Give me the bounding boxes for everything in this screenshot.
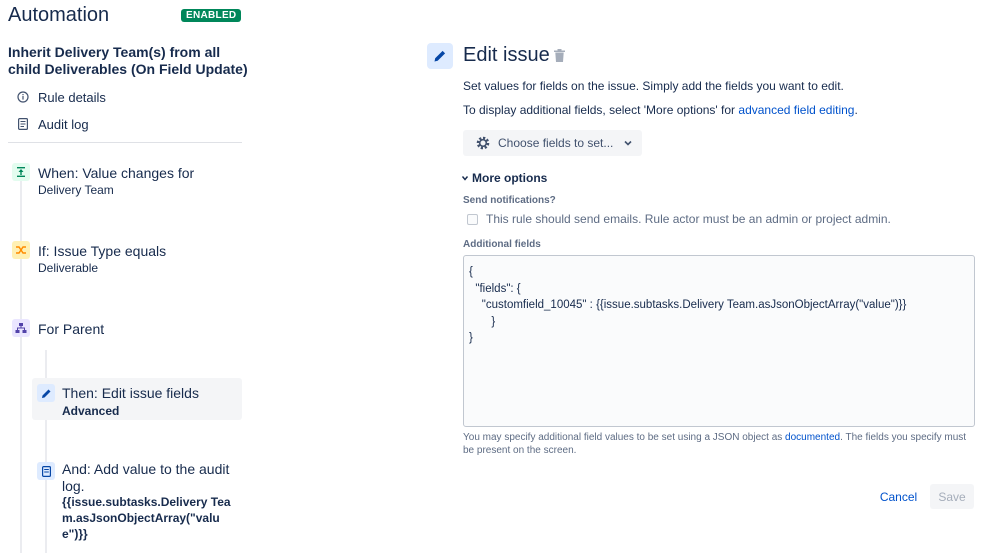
- description-text: To display additional fields, select 'Mo…: [463, 103, 739, 117]
- step-trigger[interactable]: When: Value changes for Delivery Team: [10, 162, 240, 202]
- log-icon: [37, 462, 55, 480]
- chevron-down-icon: [624, 140, 632, 146]
- step-edit-issue[interactable]: Then: Edit issue fields Advanced: [32, 378, 242, 420]
- save-button[interactable]: Save: [930, 484, 974, 509]
- documented-link[interactable]: documented: [785, 432, 840, 443]
- choose-fields-label: Choose fields to set...: [498, 136, 614, 150]
- step-audit-log[interactable]: And: Add value to the audit log. {{issue…: [32, 458, 242, 548]
- trigger-icon: [12, 163, 30, 181]
- rule-details-label: Rule details: [38, 89, 106, 105]
- step-edit-subtitle: Advanced: [62, 404, 120, 418]
- sidebar-divider: [8, 142, 242, 143]
- branch-icon: [12, 319, 30, 337]
- status-badge: ENABLED: [181, 9, 242, 22]
- advanced-field-editing-link[interactable]: advanced field editing: [738, 103, 854, 117]
- step-condition[interactable]: If: Issue Type equals Deliverable: [10, 240, 240, 280]
- send-emails-option: This rule should send emails. Rule actor…: [467, 212, 891, 226]
- additional-fields-editor[interactable]: { "fields": { "customfield_10045" : {{is…: [463, 255, 975, 427]
- info-icon: [16, 90, 30, 104]
- step-branch[interactable]: For Parent: [10, 318, 240, 342]
- cancel-button[interactable]: Cancel: [875, 486, 922, 508]
- audit-log-link[interactable]: Audit log: [16, 114, 89, 134]
- help-text: You may specify additional field values …: [463, 432, 786, 443]
- step-condition-subtitle: Deliverable: [38, 261, 99, 275]
- audit-log-label: Audit log: [38, 116, 89, 132]
- description-suffix: .: [854, 103, 858, 117]
- rule-details-link[interactable]: Rule details: [16, 87, 106, 107]
- send-emails-checkbox[interactable]: [467, 213, 478, 225]
- step-edit-title: Then: Edit issue fields: [62, 385, 199, 401]
- rule-sidebar: Automation ENABLED Inherit Delivery Team…: [0, 0, 250, 553]
- flow-connector: [20, 180, 22, 553]
- chevron-down-icon: [461, 176, 469, 181]
- step-trigger-subtitle: Delivery Team: [38, 183, 114, 197]
- more-options-label: More options: [472, 171, 548, 185]
- document-icon: [16, 117, 30, 131]
- gear-icon: [476, 136, 490, 150]
- action-editor: Edit issue Set values for fields on the …: [420, 0, 998, 553]
- page-title: Edit issue: [463, 44, 550, 66]
- edit-icon: [427, 43, 453, 69]
- condition-icon: [12, 241, 30, 259]
- app-title: Automation: [8, 4, 110, 26]
- step-branch-title: For Parent: [38, 321, 105, 337]
- step-trigger-title: When: Value changes for: [38, 165, 195, 181]
- choose-fields-button[interactable]: Choose fields to set...: [463, 130, 642, 156]
- step-condition-title: If: Issue Type equals: [38, 243, 167, 259]
- more-options-toggle[interactable]: More options: [461, 171, 547, 185]
- rule-name: Inherit Delivery Team(s) from all child …: [8, 44, 248, 77]
- edit-icon: [37, 384, 55, 402]
- description-line-1: Set values for fields on the issue. Simp…: [463, 79, 844, 93]
- trash-icon[interactable]: [554, 49, 568, 63]
- send-notifications-label: Send notifications?: [463, 195, 556, 206]
- send-emails-label: This rule should send emails. Rule actor…: [486, 212, 891, 226]
- additional-fields-label: Additional fields: [463, 239, 541, 250]
- description-line-2: To display additional fields, select 'Mo…: [463, 103, 858, 117]
- step-audit-log-title: And: Add value to the audit log.: [62, 461, 230, 494]
- additional-fields-help: You may specify additional field values …: [463, 431, 978, 457]
- step-audit-log-subtitle: {{issue.subtasks.Delivery Team.asJsonObj…: [62, 495, 231, 541]
